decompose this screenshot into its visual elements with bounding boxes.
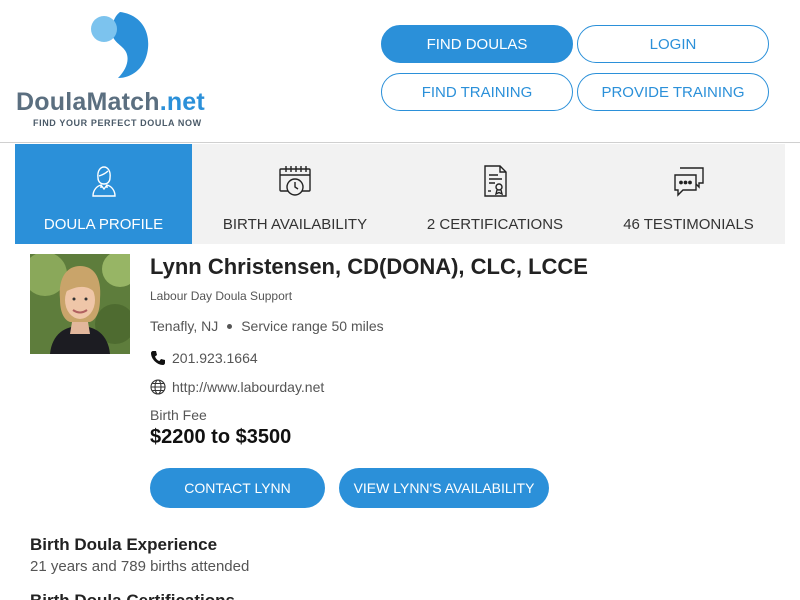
find-training-button[interactable]: FIND TRAINING [381, 73, 573, 111]
website-link[interactable]: http://www.labourday.net [172, 379, 324, 395]
globe-icon [150, 379, 166, 395]
website-row[interactable]: http://www.labourday.net [150, 379, 324, 395]
doula-name: Lynn Christensen, CD(DONA), CLC, LCCE [150, 254, 588, 279]
location-row: Tenafly, NJ Service range 50 miles [150, 318, 384, 334]
certifications-heading: Birth Doula Certifications [30, 591, 235, 600]
profile-tabs: DOULA PROFILE BIRTH AVAILABILITY 2 CERTI… [15, 144, 785, 244]
tab-label: BIRTH AVAILABILITY [222, 216, 368, 233]
phone-row[interactable]: 201.923.1664 [150, 350, 258, 366]
experience-heading: Birth Doula Experience [30, 535, 218, 554]
service-range-text: Service range 50 miles [241, 318, 384, 334]
find-doulas-button[interactable]: FIND DOULAS [381, 25, 573, 63]
view-availability-button[interactable]: VIEW LYNN'S AVAILABILITY [339, 468, 549, 508]
business-name: Labour Day Doula Support [150, 289, 293, 303]
tab-certifications[interactable]: 2 CERTIFICATIONS [398, 144, 592, 244]
contact-doula-button[interactable]: CONTACT LYNN [150, 468, 325, 508]
provide-training-button[interactable]: PROVIDE TRAINING [577, 73, 769, 111]
logo-tagline: FIND YOUR PERFECT DOULA NOW [33, 118, 202, 128]
tab-testimonials[interactable]: 46 TESTIMONIALS [592, 144, 785, 244]
calendar-clock-icon [279, 166, 311, 196]
tab-doula-profile[interactable]: DOULA PROFILE [15, 144, 192, 244]
certificate-icon [484, 165, 507, 197]
phone-number[interactable]: 201.923.1664 [172, 350, 258, 366]
birth-fee-value: $2200 to $3500 [150, 426, 292, 448]
tab-label: DOULA PROFILE [43, 216, 164, 233]
site-header: DoulaMatch.net FIND YOUR PERFECT DOULA N… [0, 0, 800, 143]
chat-bubbles-icon [673, 167, 704, 197]
tab-label: 2 CERTIFICATIONS [426, 216, 564, 233]
phone-icon [151, 351, 165, 365]
tab-label: 46 TESTIMONIALS [623, 216, 754, 233]
login-button[interactable]: LOGIN [577, 25, 769, 63]
logo-mark-icon [91, 12, 149, 78]
separator-dot [227, 323, 233, 329]
tab-birth-availability[interactable]: BIRTH AVAILABILITY [192, 144, 398, 244]
site-logo[interactable]: DoulaMatch.net FIND YOUR PERFECT DOULA N… [16, 12, 226, 132]
birth-fee-label: Birth Fee [150, 407, 207, 423]
experience-text: 21 years and 789 births attended [30, 558, 250, 575]
location-text: Tenafly, NJ [150, 318, 219, 334]
logo-wordmark: DoulaMatch.net [16, 88, 205, 116]
doula-portrait-image [30, 254, 130, 354]
doula-person-icon [91, 166, 116, 197]
doula-photo [30, 254, 130, 354]
